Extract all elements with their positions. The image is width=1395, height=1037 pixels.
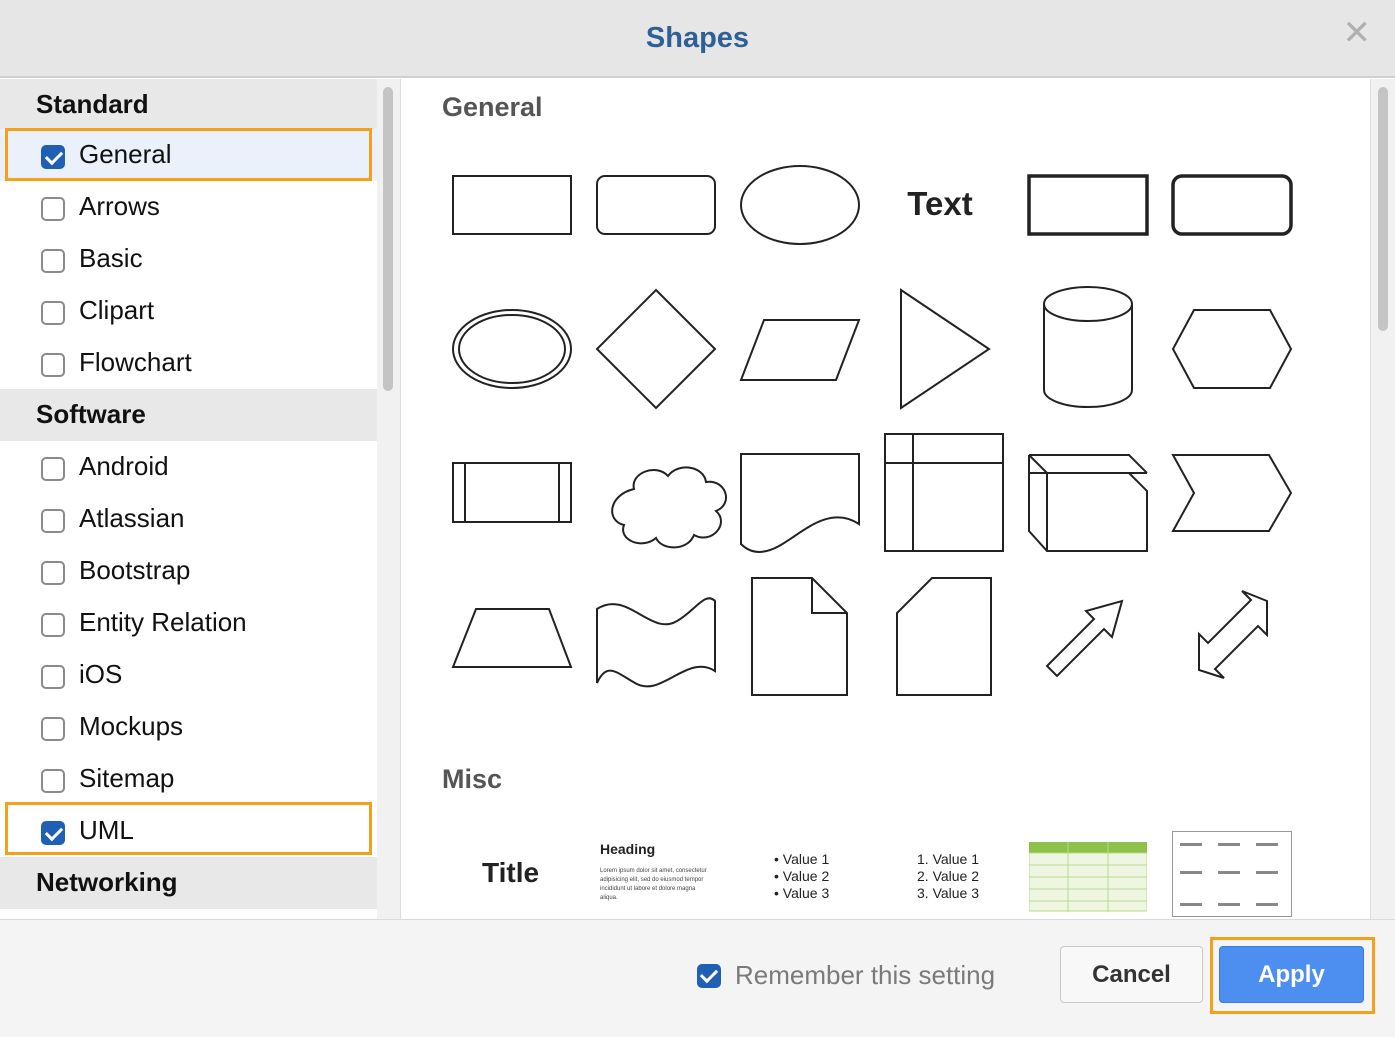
checkbox-icon[interactable] — [41, 145, 65, 169]
library-item-ios[interactable]: iOS — [0, 649, 377, 701]
process-shape — [452, 462, 572, 523]
lorem-text: Lorem ipsum dolor sit amet, consectetur … — [600, 868, 707, 901]
library-item-sitemap[interactable]: Sitemap — [0, 753, 377, 805]
note-shape — [751, 577, 848, 696]
list-item: 1. Value 1 — [917, 851, 980, 867]
remember-setting-label: Remember this setting — [735, 960, 996, 990]
checkbox-icon[interactable] — [41, 457, 65, 481]
diamond-shape — [595, 288, 717, 410]
library-item-bootstrap[interactable]: Bootstrap — [0, 545, 377, 597]
sidebar-scrollbar[interactable] — [377, 79, 401, 919]
library-item-label: Mockups — [79, 711, 184, 741]
card-shape — [896, 577, 992, 696]
cylinder-shape — [1042, 286, 1133, 408]
library-item-flowchart[interactable]: Flowchart — [0, 337, 377, 389]
library-item-uml[interactable]: UML — [0, 805, 377, 857]
checkbox-icon[interactable] — [41, 769, 65, 793]
library-item-label: Bootstrap — [79, 555, 191, 585]
checkbox-icon[interactable] — [41, 561, 65, 585]
group-header-software: Software — [0, 389, 377, 441]
checkbox-icon[interactable] — [41, 301, 65, 325]
double-arrow-shape — [1198, 590, 1268, 679]
library-item-label: UML — [79, 815, 134, 845]
dialog-header: Shapes ✕ — [0, 0, 1395, 78]
title-shape: Title — [482, 857, 540, 888]
bullet-list-shape: • Value 1 • Value 2 • Value 3 — [774, 851, 829, 902]
library-item-android[interactable]: Android — [0, 441, 377, 493]
shape-gallery: General Text Misc Title Heading Lorem ip… — [402, 79, 1370, 919]
library-item-label: Basic — [79, 243, 143, 273]
checkbox-icon[interactable] — [41, 249, 65, 273]
group-header-standard: Standard — [0, 79, 377, 129]
numbered-list-shape: 1. Value 1 2. Value 2 3. Value 3 — [917, 851, 979, 902]
dialog-footer: Remember this setting Cancel Apply — [0, 919, 1395, 1037]
library-item-label: Arrows — [79, 191, 160, 221]
tape-shape — [596, 597, 716, 688]
triangle-shape — [900, 288, 991, 410]
apply-button[interactable]: Apply — [1219, 946, 1364, 1003]
checkbox-icon[interactable] — [41, 509, 65, 533]
shape-library-list: Standard General Arrows Basic Clipart Fl… — [0, 79, 377, 919]
internal-storage-shape — [884, 433, 1004, 552]
group-header-networking: Networking — [0, 857, 377, 909]
library-item-general[interactable]: General — [0, 129, 377, 181]
checkbox-icon[interactable] — [41, 821, 65, 845]
list-item: • Value 3 — [774, 885, 830, 901]
thick-rectangle-shape — [1027, 174, 1149, 236]
library-item-clipart[interactable]: Clipart — [0, 285, 377, 337]
library-item-label: General — [79, 139, 172, 169]
step-shape — [1171, 454, 1293, 532]
library-item-mockups[interactable]: Mockups — [0, 701, 377, 753]
list-item: 3. Value 3 — [917, 885, 980, 901]
checkbox-icon[interactable] — [41, 613, 65, 637]
single-arrow-shape — [1045, 599, 1124, 678]
library-item-label: Entity Relation — [79, 607, 247, 637]
list-item: • Value 2 — [774, 868, 830, 884]
checkbox-icon[interactable] — [41, 717, 65, 741]
general-shapes: Text — [451, 165, 1293, 696]
cloud-shape — [611, 466, 727, 549]
library-item-label: Android — [79, 451, 169, 481]
library-item-label: Clipart — [79, 295, 155, 325]
library-item-entity-relation[interactable]: Entity Relation — [0, 597, 377, 649]
scrollbar-thumb[interactable] — [1378, 87, 1388, 331]
library-item-label: Sitemap — [79, 763, 175, 793]
list-item: 2. Value 2 — [917, 868, 980, 884]
dialog-title: Shapes — [645, 22, 750, 54]
gallery-scrollbar[interactable] — [1370, 79, 1395, 919]
document-shape — [740, 453, 860, 553]
list-item: • Value 1 — [774, 851, 830, 867]
library-item-atlassian[interactable]: Atlassian — [0, 493, 377, 545]
text-shape: Text — [907, 185, 972, 222]
checkbox-icon[interactable] — [697, 964, 721, 988]
cancel-button[interactable]: Cancel — [1060, 946, 1203, 1003]
thick-rounded-rectangle-shape — [1171, 174, 1293, 236]
parallelogram-shape — [739, 319, 861, 381]
library-item-label: Flowchart — [79, 347, 192, 377]
library-item-label: iOS — [79, 659, 123, 689]
heading-text-shape: Heading Lorem ipsum dolor sit amet, cons… — [600, 841, 712, 903]
library-item-label: Atlassian — [79, 503, 185, 533]
checkbox-icon[interactable] — [41, 665, 65, 689]
hexagon-shape — [1171, 309, 1293, 389]
heading-label: Heading — [600, 841, 656, 857]
library-item-arrows[interactable]: Arrows — [0, 181, 377, 233]
table-shape — [1029, 842, 1147, 912]
table-header-row — [1029, 842, 1147, 853]
grid-table-shape — [1172, 831, 1292, 917]
ellipse-shape — [740, 165, 860, 245]
trapezoid-shape — [451, 608, 573, 668]
section-title-general: General — [442, 92, 543, 122]
checkbox-icon[interactable] — [41, 197, 65, 221]
library-item-basic[interactable]: Basic — [0, 233, 377, 285]
checkbox-icon[interactable] — [41, 353, 65, 377]
scrollbar-thumb[interactable] — [383, 87, 393, 391]
rectangle-shape — [452, 175, 572, 235]
section-title-misc: Misc — [442, 764, 503, 794]
close-icon[interactable]: ✕ — [1343, 16, 1372, 50]
rounded-rectangle-shape — [596, 175, 716, 235]
